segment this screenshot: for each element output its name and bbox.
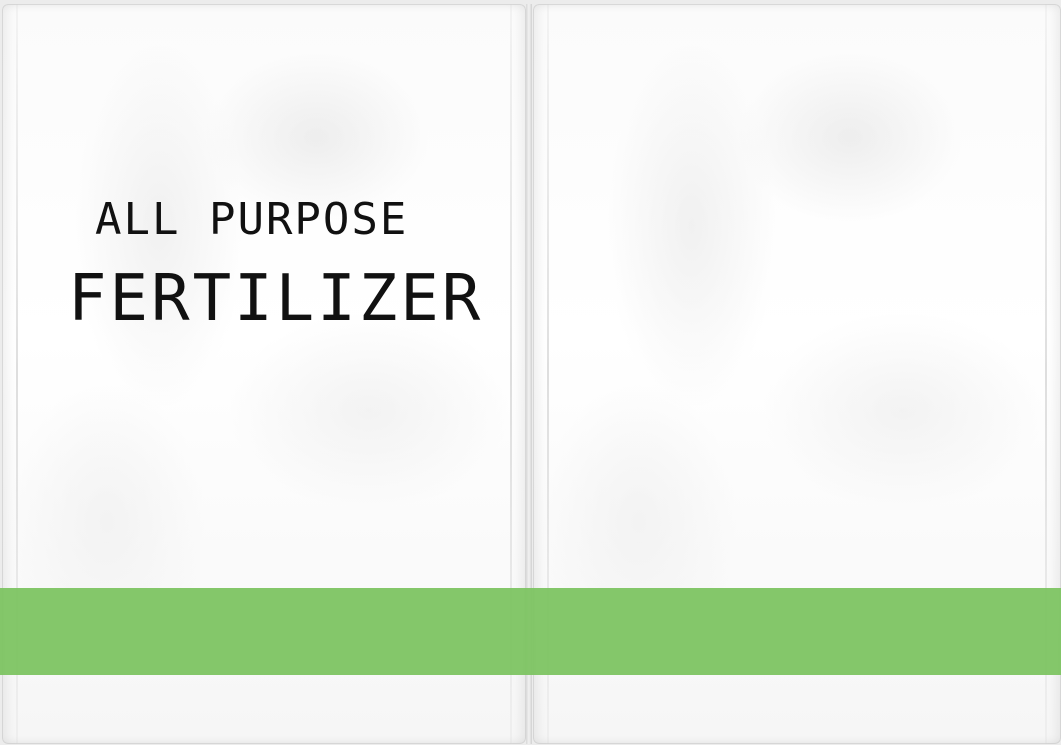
green-band	[0, 588, 1061, 675]
product-subtitle: ALL PURPOSE	[95, 194, 409, 245]
bag-mockup: ALL PURPOSE FERTILIZER	[0, 0, 1061, 745]
product-title: FERTILIZER	[68, 262, 484, 336]
